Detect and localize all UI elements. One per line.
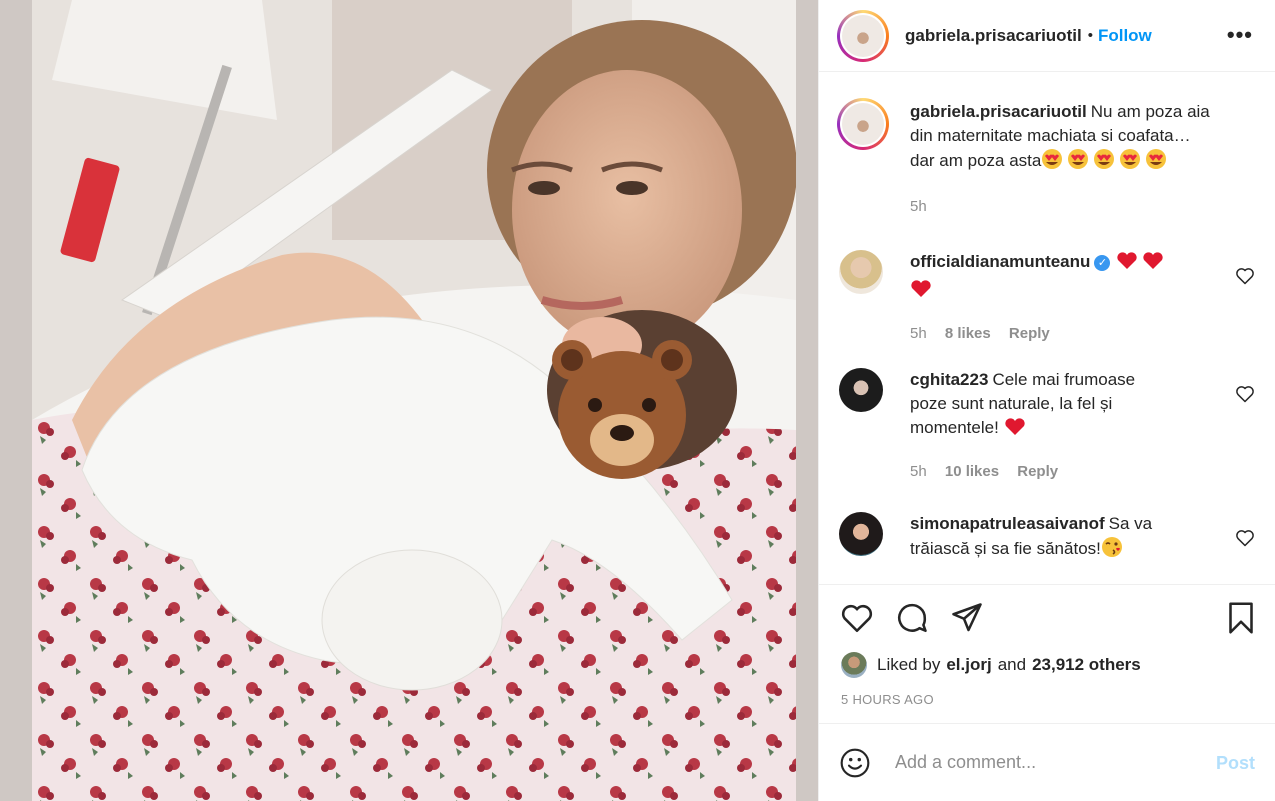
comment-text-line-3: momentele! xyxy=(910,418,999,437)
red-heart-emoji xyxy=(910,279,934,306)
comment-username[interactable]: officialdianamunteanu xyxy=(910,252,1090,271)
emoji-icon[interactable] xyxy=(839,747,871,779)
comment-item: cghita223 Cele mai frumoase poze sunt nat… xyxy=(839,368,1255,488)
caption-username[interactable]: gabriela.prisacariuotil xyxy=(910,102,1087,121)
verified-badge-icon: ✓ xyxy=(1094,255,1111,271)
comment-like-heart-icon[interactable] xyxy=(1235,266,1255,286)
comment-username[interactable]: simonapatruleasaivanof xyxy=(910,514,1105,533)
comment-icon[interactable] xyxy=(894,600,930,636)
post-timestamp[interactable]: 5 HOURS AGO xyxy=(841,692,934,707)
action-bar xyxy=(839,600,1255,642)
commenter-avatar[interactable] xyxy=(839,368,883,412)
post-side-panel: gabriela.prisacariuotil • Follow ••• gab… xyxy=(818,0,1275,801)
comment-text-line-2: trăiască și sa fie sănătos! xyxy=(910,539,1101,558)
caption-avatar[interactable] xyxy=(837,98,889,150)
author-avatar[interactable] xyxy=(837,9,889,62)
comment-username[interactable]: cghita223 xyxy=(910,370,988,389)
caption-text-line-1: Nu am poza aia xyxy=(1090,102,1210,121)
comment-likes[interactable]: 10 likes xyxy=(945,463,999,480)
comment-item: officialdianamunteanu ✓ 5h 8 likes Reply xyxy=(839,250,1255,350)
header-separator: • xyxy=(1087,27,1093,44)
red-heart-emojis xyxy=(1116,251,1168,278)
caption-text-line-3: dar am poza asta xyxy=(910,151,1042,170)
comment-text-line-1: Sa va xyxy=(1108,514,1153,533)
comment-like-heart-icon[interactable] xyxy=(1235,528,1255,548)
comment-likes[interactable]: 8 likes xyxy=(945,325,991,342)
likes-and: and xyxy=(997,655,1027,674)
wink-kiss-emoji xyxy=(1101,536,1123,565)
comment-time[interactable]: 5h xyxy=(910,325,927,342)
share-icon[interactable] xyxy=(949,600,985,636)
red-heart-emoji xyxy=(1004,417,1028,444)
liker-avatar[interactable] xyxy=(841,652,867,678)
reply-button[interactable]: Reply xyxy=(1017,463,1058,480)
commenter-avatar[interactable] xyxy=(839,250,883,294)
bookmark-icon[interactable] xyxy=(1223,600,1259,636)
author-username[interactable]: gabriela.prisacariuotil xyxy=(905,26,1082,46)
comment-text-line-1: Cele mai frumoase xyxy=(992,370,1136,389)
comment-input[interactable] xyxy=(893,751,1197,774)
comment-time[interactable]: 5h xyxy=(910,463,927,480)
comment-like-heart-icon[interactable] xyxy=(1235,384,1255,404)
likes-count[interactable]: 23,912 others xyxy=(1032,655,1141,675)
likes-summary: Liked by el.jorj and 23,912 others xyxy=(841,650,1255,680)
comments-list[interactable]: gabriela.prisacariuotil Nu am poza aia di… xyxy=(819,72,1275,585)
heart-eyes-emoji-row xyxy=(1041,148,1171,177)
likes-prefix: Liked by xyxy=(877,655,941,674)
more-icon[interactable]: ••• xyxy=(1227,24,1253,46)
post-comment-button[interactable]: Post xyxy=(1216,753,1255,774)
add-comment-bar: Post xyxy=(819,723,1275,801)
post-photo-image xyxy=(32,0,796,801)
follow-button[interactable]: Follow xyxy=(1098,26,1152,46)
reply-button[interactable]: Reply xyxy=(1009,325,1050,342)
post-photo[interactable] xyxy=(32,0,796,801)
caption-time[interactable]: 5h xyxy=(910,198,927,215)
liker-username[interactable]: el.jorj xyxy=(946,655,991,675)
post-media-area xyxy=(0,0,818,801)
comment-text-line-2: poze sunt naturale, la fel și xyxy=(910,394,1113,413)
caption-text-line-2: din maternitate machiata si coafata… xyxy=(910,126,1191,145)
post-header: gabriela.prisacariuotil • Follow ••• xyxy=(819,0,1275,72)
commenter-avatar[interactable] xyxy=(839,512,883,556)
caption: gabriela.prisacariuotil Nu am poza aia di… xyxy=(837,98,1255,230)
comment-item: simonapatruleasaivanof Sa va trăiască și … xyxy=(839,512,1255,584)
heart-icon[interactable] xyxy=(839,600,875,636)
